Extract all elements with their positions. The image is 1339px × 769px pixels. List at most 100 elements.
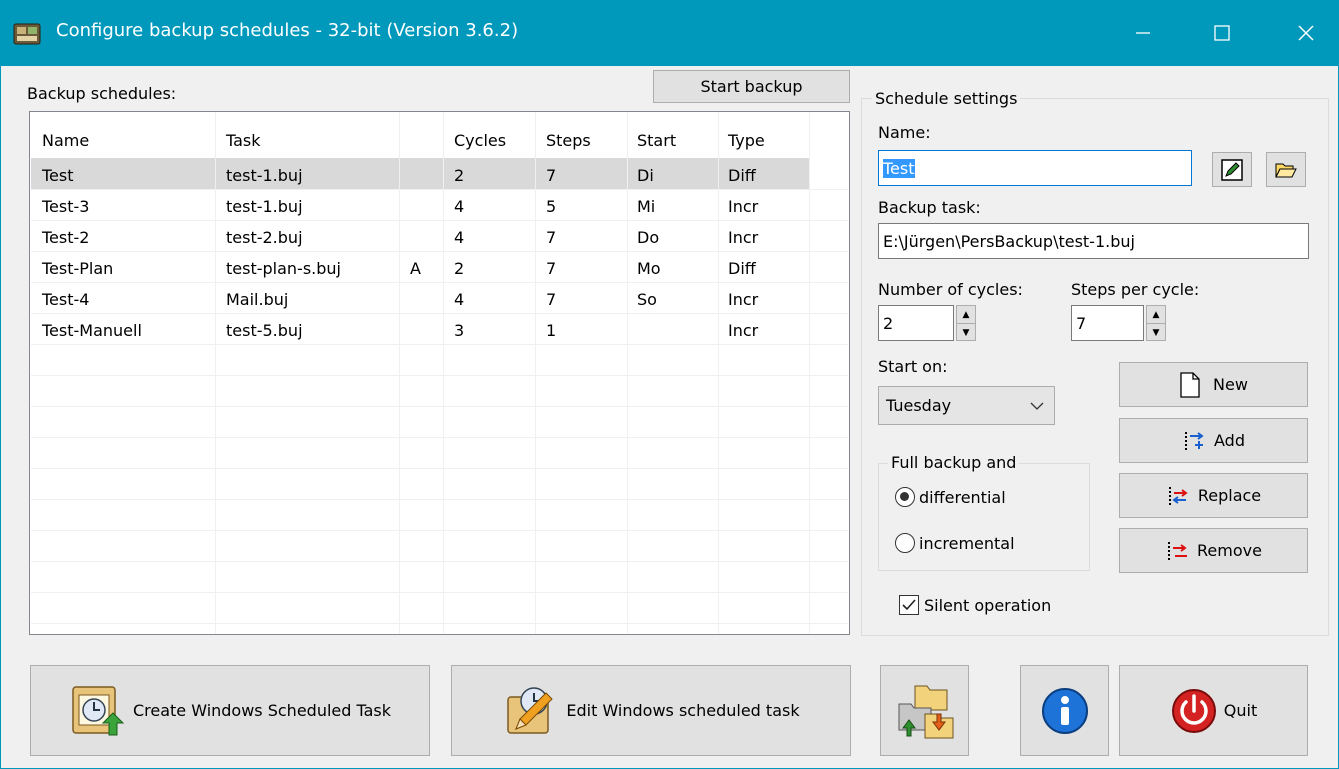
grid-line [31,375,848,376]
cycles-label: Number of cycles: [878,280,1023,299]
silent-label[interactable]: Silent operation [924,596,1051,615]
grid-line [31,406,848,407]
replace-icon [1168,486,1188,505]
cell-steps: 7 [546,290,557,309]
schedule-settings-title: Schedule settings [872,89,1021,108]
schedules-label: Backup schedules: [27,84,177,103]
cell-name: Test-Manuell [42,321,142,340]
cell-task: test-plan-s.buj [226,259,341,278]
close-button[interactable] [1274,0,1338,66]
backup-task-label: Backup task: [878,198,981,217]
new-label: New [1213,375,1248,394]
differential-label[interactable]: differential [919,488,1006,507]
column-header-task[interactable]: Task [226,131,261,150]
new-document-icon [1180,371,1200,398]
cell-cycles: 2 [454,259,465,278]
grid-line [31,561,848,562]
spin-down-icon[interactable]: ▼ [957,323,975,341]
quit-label: Quit [1223,701,1258,720]
cell-type: Diff [728,259,756,278]
grid-line [31,344,848,345]
table-row[interactable]: Test-2 test-2.buj 4 7 Do Incr [31,220,809,251]
backup-task-input[interactable]: E:\Jürgen\PersBackup\test-1.buj [878,223,1309,259]
column-header-start[interactable]: Start [637,131,676,150]
column-header-cycles[interactable]: Cycles [454,131,506,150]
list-header: Name Task Cycles Steps Start Type [30,112,849,158]
minimize-button[interactable] [1111,0,1175,66]
cell-name: Test-Plan [42,259,114,278]
cell-steps: 7 [546,259,557,278]
table-row[interactable]: Test-3 test-1.buj 4 5 Mi Incr [31,189,809,220]
cell-task: Mail.buj [226,290,289,309]
edit-task-label: Edit Windows scheduled task [566,701,800,720]
full-backup-group [878,463,1090,571]
steps-input[interactable]: 7 [1071,305,1144,341]
grid-line [31,592,848,593]
minimize-icon [1136,32,1150,34]
cell-steps: 7 [546,166,557,185]
grid-line [31,623,848,624]
cell-cycles: 4 [454,290,465,309]
incremental-label[interactable]: incremental [919,534,1015,553]
cell-cycles: 4 [454,228,465,247]
grid-line [31,437,848,438]
incremental-radio[interactable] [895,533,915,553]
table-row[interactable]: Test-Plan test-plan-s.buj A 2 7 Mo Diff [31,251,809,282]
spin-up-icon[interactable]: ▲ [1147,306,1165,323]
edit-name-button[interactable] [1212,152,1252,187]
remove-button[interactable]: Remove [1119,528,1308,573]
cell-task: test-1.buj [226,166,303,185]
info-icon [1041,687,1088,734]
steps-value: 7 [1076,313,1087,333]
cell-cycles: 3 [454,321,465,340]
column-header-type[interactable]: Type [728,131,765,150]
cycles-stepper[interactable]: ▲ ▼ [956,305,976,341]
full-backup-title: Full backup and [888,453,1020,472]
cycles-input[interactable]: 2 [878,305,954,341]
differential-radio[interactable] [895,487,915,507]
cell-name: Test-2 [42,228,90,247]
new-button[interactable]: New [1119,362,1308,407]
column-header-steps[interactable]: Steps [546,131,591,150]
close-icon [1298,25,1314,41]
create-task-label: Create Windows Scheduled Task [132,701,392,720]
cell-type: Incr [728,290,759,309]
backup-task-value: E:\Jürgen\PersBackup\test-1.buj [883,231,1135,251]
silent-checkbox[interactable] [899,595,919,615]
start-backup-button[interactable]: Start backup [653,70,850,103]
steps-stepper[interactable]: ▲ ▼ [1146,305,1166,341]
spin-down-icon[interactable]: ▼ [1147,323,1165,341]
table-row[interactable]: Test-4 Mail.buj 4 7 So Incr [31,282,809,313]
start-on-value: Tuesday [886,396,952,415]
window-title: Configure backup schedules - 32-bit (Ver… [56,20,519,41]
cell-type: Incr [728,228,759,247]
cell-start: Mi [637,197,656,216]
name-input[interactable]: Test [878,150,1192,186]
title-bar: Configure backup schedules - 32-bit (Ver… [0,0,1339,66]
start-on-select[interactable]: Tuesday [878,386,1055,425]
cell-type: Incr [728,321,759,340]
column-header-name[interactable]: Name [42,131,89,150]
cell-task: test-2.buj [226,228,303,247]
table-row[interactable]: Test test-1.buj 2 7 Di Diff [31,158,809,189]
quit-button[interactable]: Quit [1119,665,1308,756]
spin-up-icon[interactable]: ▲ [957,306,975,323]
cell-flag: A [410,259,421,278]
replace-button[interactable]: Replace [1119,473,1308,518]
info-button[interactable] [1020,665,1109,756]
edit-task-button[interactable]: Edit Windows scheduled task [451,665,851,756]
cell-name: Test [42,166,74,185]
schedules-list[interactable]: Name Task Cycles Steps Start Type Test te… [29,111,850,635]
browse-button[interactable] [1266,152,1306,187]
create-task-button[interactable]: Create Windows Scheduled Task [30,665,430,756]
grid-line [31,468,848,469]
open-folders-button[interactable] [880,665,969,756]
name-label: Name: [878,123,931,142]
folders-sync-icon [898,685,953,738]
add-button[interactable]: Add [1119,418,1308,463]
table-row[interactable]: Test-Manuell test-5.buj 3 1 Incr [31,313,809,344]
name-input-value: Test [883,158,915,178]
maximize-button[interactable] [1190,0,1254,66]
cell-task: test-1.buj [226,197,303,216]
checkmark-icon [902,599,916,611]
